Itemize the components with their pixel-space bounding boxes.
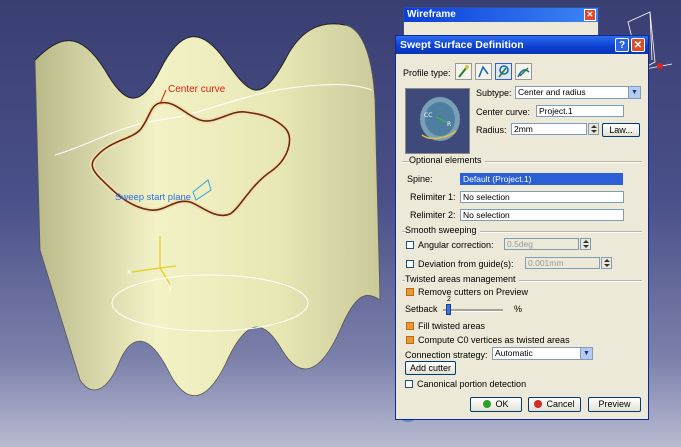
wireframe-close-icon[interactable]: ✕ bbox=[584, 9, 596, 21]
subtype-dropdown[interactable]: Center and radius ▼ bbox=[515, 86, 641, 99]
angular-correction-checkbox[interactable] bbox=[406, 241, 414, 249]
explicit-profile-icon bbox=[458, 65, 469, 78]
close-button[interactable]: ✕ bbox=[631, 38, 645, 52]
wireframe-toolbar[interactable]: Wireframe ✕ bbox=[403, 7, 599, 37]
add-cutter-button[interactable]: Add cutter bbox=[405, 361, 456, 375]
relimiter-1-label: Relimiter 1: bbox=[410, 192, 456, 202]
radius-label: Radius: bbox=[476, 125, 507, 135]
deviation-field[interactable]: 0.001mm bbox=[525, 257, 600, 269]
conic-profile-icon bbox=[517, 67, 530, 78]
connection-strategy-dropdown[interactable]: Automatic ▼ bbox=[492, 347, 593, 360]
center-curve-label: Center curve bbox=[168, 84, 226, 95]
smooth-sweeping-title: Smooth sweeping bbox=[405, 225, 480, 235]
profile-type-label: Profile type: bbox=[403, 68, 451, 78]
profile-type-conic-button[interactable] bbox=[515, 63, 532, 80]
remove-cutters-label: Remove cutters on Preview bbox=[418, 287, 529, 297]
remove-cutters-checkbox[interactable] bbox=[406, 288, 414, 296]
line-profile-icon bbox=[478, 65, 489, 78]
canonical-portion-checkbox[interactable] bbox=[405, 380, 413, 388]
radius-field[interactable]: 2mm bbox=[511, 123, 587, 135]
ok-green-icon bbox=[483, 400, 492, 408]
compute-c0-checkbox[interactable] bbox=[406, 336, 414, 344]
spine-label: Spine: bbox=[407, 174, 433, 184]
svg-text:CC: CC bbox=[424, 112, 432, 119]
angular-correction-field[interactable]: 0.5deg bbox=[504, 238, 579, 250]
relimiter-2-field[interactable]: No selection bbox=[460, 209, 624, 221]
setback-slider-handle[interactable] bbox=[446, 304, 451, 315]
dialog-titlebar[interactable]: Swept Surface Definition ? ✕ bbox=[396, 36, 648, 54]
relimiter-2-label: Relimiter 2: bbox=[410, 210, 456, 220]
swept-surface-dialog: Swept Surface Definition ? ✕ Profile typ… bbox=[395, 35, 649, 420]
center-curve-field[interactable]: Project.1 bbox=[536, 105, 624, 117]
preview-button[interactable]: Preview bbox=[588, 397, 641, 412]
center-curve-field-label: Center curve: bbox=[476, 107, 531, 117]
profile-type-line-button[interactable] bbox=[475, 63, 492, 80]
angular-correction-spinner[interactable] bbox=[580, 238, 591, 250]
radius-spinner[interactable] bbox=[588, 123, 599, 135]
profile-type-explicit-button[interactable] bbox=[455, 63, 472, 80]
relimiter-1-field[interactable]: No selection bbox=[460, 191, 624, 203]
fill-twisted-areas-checkbox[interactable] bbox=[406, 322, 414, 330]
chevron-down-icon: ▼ bbox=[580, 348, 592, 359]
sweep-start-plane-label: Sweep start plane bbox=[115, 192, 191, 203]
fill-twisted-areas-label: Fill twisted areas bbox=[418, 321, 486, 331]
circle-profile-icon bbox=[498, 65, 509, 78]
ok-button[interactable]: OK bbox=[470, 397, 522, 412]
compute-c0-label: Compute C0 vertices as twisted areas bbox=[418, 335, 570, 345]
svg-text:R: R bbox=[447, 121, 451, 128]
law-button[interactable]: Law... bbox=[602, 123, 640, 137]
subtype-preview-image: CC R bbox=[405, 88, 470, 154]
chevron-down-icon: ▼ bbox=[628, 87, 640, 98]
setback-slider-track[interactable] bbox=[443, 309, 503, 312]
deviation-spinner[interactable] bbox=[601, 257, 612, 269]
cancel-red-icon bbox=[534, 400, 543, 408]
spine-field[interactable]: Default (Project.1) bbox=[460, 173, 623, 185]
connection-strategy-label: Connection strategy: bbox=[405, 350, 488, 360]
canonical-portion-label: Canonical portion detection bbox=[417, 379, 527, 389]
angular-correction-label: Angular correction: bbox=[418, 240, 494, 250]
deviation-checkbox[interactable] bbox=[406, 260, 414, 268]
svg-text:x: x bbox=[127, 267, 131, 276]
cancel-button[interactable]: Cancel bbox=[528, 397, 581, 412]
help-button[interactable]: ? bbox=[615, 38, 629, 52]
wireframe-toolbar-title: Wireframe ✕ bbox=[404, 8, 598, 22]
setback-label: Setback bbox=[405, 304, 438, 314]
cylinder-preview-icon: CC R bbox=[420, 97, 460, 141]
dialog-title: Swept Surface Definition bbox=[400, 39, 524, 51]
optional-elements-title: Optional elements bbox=[409, 155, 485, 165]
setback-unit: % bbox=[514, 304, 523, 314]
deviation-label: Deviation from guide(s): bbox=[418, 259, 514, 269]
profile-type-circle-button[interactable] bbox=[495, 63, 512, 80]
setback-value: 2 bbox=[447, 296, 451, 303]
twisted-areas-title: Twisted areas management bbox=[405, 274, 519, 284]
subtype-label: Subtype: bbox=[476, 88, 512, 98]
svg-text:y: y bbox=[168, 283, 172, 292]
